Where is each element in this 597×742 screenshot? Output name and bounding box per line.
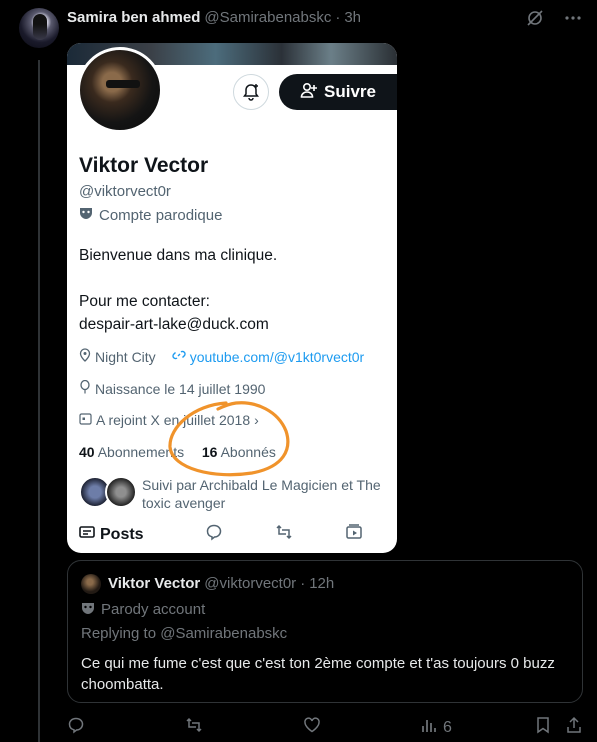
quoted-separator: · — [300, 575, 306, 592]
bookmark-button[interactable] — [535, 716, 565, 739]
quoted-post-header: Viktor Vector @viktorvect0r · 12h — [108, 575, 334, 592]
share-button[interactable] — [565, 716, 585, 739]
location-pin-icon — [79, 348, 91, 365]
repost-button[interactable] — [185, 716, 303, 739]
profile-location: Night City — [95, 348, 156, 365]
heart-icon — [303, 716, 321, 739]
tab-posts: Posts — [79, 524, 179, 545]
follow-counts: 40 Abonnements 16 Abonnés — [79, 444, 276, 460]
header-separator: · — [335, 9, 341, 26]
profile-birthday: Naissance le 14 juillet 1990 — [95, 380, 266, 397]
profile-birthday-row: Naissance le 14 juillet 1990 — [79, 379, 266, 397]
hand-drawn-circle-highlight — [168, 401, 290, 477]
bio-line-1: Bienvenue dans ma clinique. — [79, 247, 278, 264]
views-bar-chart-icon — [421, 717, 437, 738]
author-name[interactable]: Samira ben ahmed — [67, 9, 200, 26]
profile-meta-row: Night City youtube.com/@v1kt0rvect0r — [79, 348, 364, 365]
profile-picture — [77, 47, 163, 133]
reply-button[interactable] — [67, 716, 185, 739]
bookmark-icon — [535, 716, 551, 739]
balloon-icon — [79, 379, 91, 397]
profile-joined: A rejoint X en juillet 2018 — [96, 412, 251, 428]
tab-reposts-icon — [249, 523, 319, 546]
followed-by-avatars — [79, 476, 137, 508]
quoted-time: 12h — [309, 575, 335, 592]
profile-tabs: Posts — [79, 523, 389, 546]
thread-line — [38, 60, 40, 742]
follow-label: Suivre — [324, 82, 376, 101]
posts-icon — [79, 524, 95, 545]
profile-joined-row: A rejoint X en juillet 2018 › — [79, 412, 259, 428]
parody-label: Compte parodique — [99, 206, 223, 224]
views-count: 6 — [443, 718, 452, 736]
parody-badge: Compte parodique — [79, 206, 222, 224]
views-button[interactable]: 6 — [421, 717, 535, 738]
quoted-author-name: Viktor Vector — [108, 575, 201, 592]
reply-icon — [67, 716, 85, 739]
profile-website: youtube.com/@v1kt0rvect0r — [189, 348, 365, 365]
grok-icon[interactable] — [525, 9, 545, 32]
bio-line-2: Pour me contacter: — [79, 293, 210, 310]
tab-replies-icon — [179, 523, 249, 546]
quoted-post[interactable]: Viktor Vector @viktorvect0r · 12h Parody… — [67, 560, 583, 703]
author-avatar[interactable] — [19, 8, 59, 48]
header-icons — [525, 9, 583, 32]
following-label: Abonnements — [97, 444, 185, 460]
parody-mask-icon — [79, 206, 93, 224]
follower-avatar — [105, 476, 137, 508]
profile-name: Viktor Vector — [79, 154, 209, 177]
follow-button: Suivre — [279, 74, 397, 110]
profile-handle: @viktorvect0r — [79, 183, 171, 200]
add-person-icon — [300, 81, 318, 104]
quoted-parody-badge: Parody account — [81, 601, 205, 619]
more-options-icon[interactable] — [563, 9, 583, 32]
notification-bell-icon — [233, 74, 269, 110]
quoted-replying-to: Replying to @Samirabenabskc — [81, 625, 288, 642]
tab-posts-label: Posts — [100, 525, 144, 543]
quoted-author-handle: @viktorvect0r — [204, 575, 297, 592]
profile-screenshot-card[interactable]: Suivre Viktor Vector @viktorvect0r Compt… — [67, 43, 397, 553]
tab-media-icon — [319, 523, 389, 546]
link-icon — [172, 348, 186, 365]
post-header: Samira ben ahmed @Samirabenabskc · 3h — [67, 9, 361, 26]
calendar-icon — [79, 412, 92, 428]
bio-email: despair-art-lake@duck.com — [79, 316, 269, 333]
following-count: 40 — [79, 444, 95, 460]
repost-icon — [185, 716, 203, 739]
author-handle[interactable]: @Samirabenabskc — [204, 9, 331, 26]
profile-bio: Bienvenue dans ma clinique. Pour me cont… — [79, 244, 277, 336]
followers-count: 16 — [201, 444, 218, 460]
post-time[interactable]: 3h — [344, 9, 361, 26]
followers-label: Abonnés — [220, 444, 276, 460]
parody-mask-icon — [81, 601, 95, 619]
like-button[interactable] — [303, 716, 421, 739]
post-action-bar: 6 — [67, 716, 587, 739]
quoted-author-avatar — [81, 574, 101, 594]
quoted-post-text: Ce qui me fume c'est que c'est ton 2ème … — [81, 655, 555, 693]
chevron-right-icon: › — [254, 412, 259, 428]
quoted-parody-label: Parody account — [101, 601, 206, 618]
followed-by-text: Suivi par Archibald Le Magicien et The t… — [142, 477, 381, 511]
share-icon — [565, 716, 583, 739]
